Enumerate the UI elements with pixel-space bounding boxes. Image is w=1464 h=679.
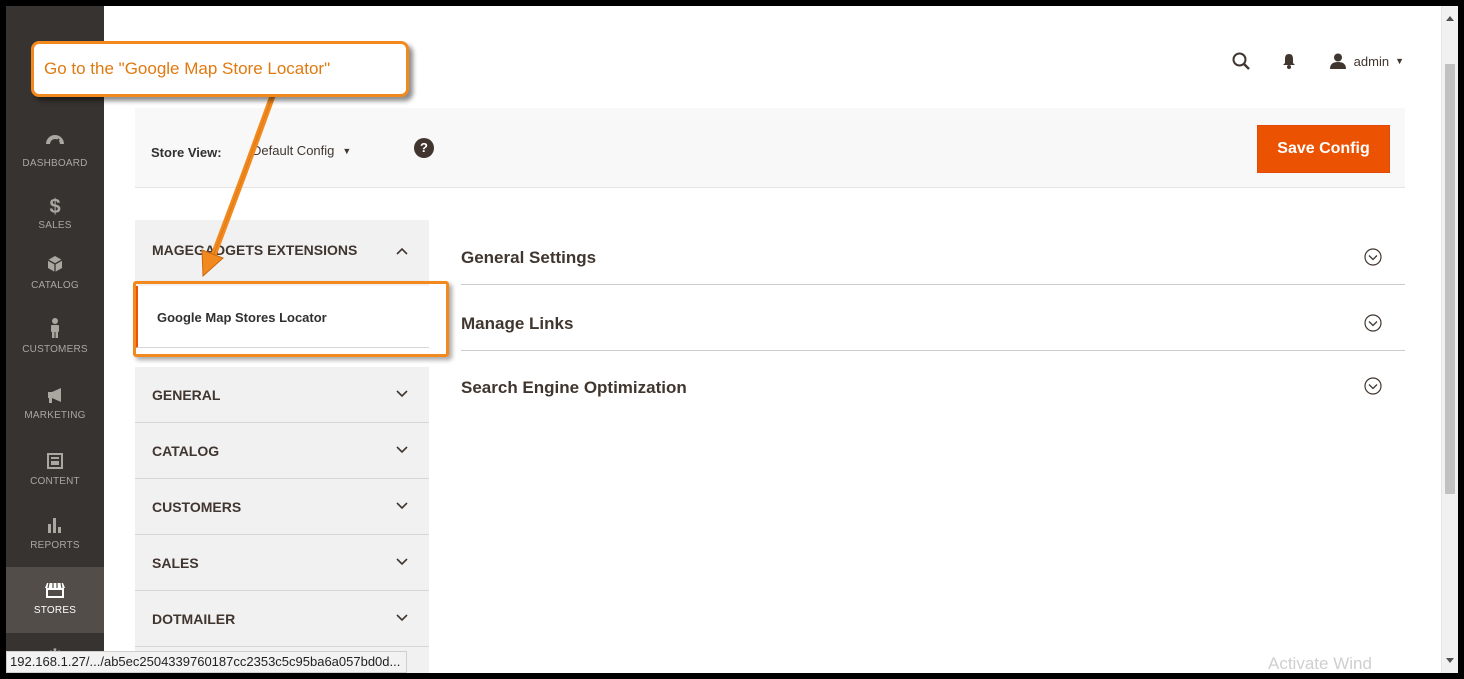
admin-menu: Dashboard $ Sales Catalog Customers Mark…	[6, 6, 104, 673]
menu-item-label: Customers	[22, 344, 88, 355]
tab-group-dotmailer[interactable]: DOTMAILER	[135, 591, 429, 647]
browser-viewport: Dashboard $ Sales Catalog Customers Mark…	[6, 6, 1458, 673]
page-actions-bar: Store View: Default Config ▼ ? Save Conf…	[135, 108, 1405, 188]
chevron-up-icon	[395, 243, 409, 257]
section-search-engine-optimization[interactable]: Search Engine Optimization	[461, 352, 1405, 417]
layout-icon	[6, 450, 104, 476]
box-icon	[6, 254, 104, 280]
user-icon	[1329, 53, 1346, 69]
chevron-down-icon	[395, 441, 409, 455]
annotation-callout-text: Go to the "Google Map Store Locator"	[44, 59, 331, 78]
tab-group-title: SALES	[152, 555, 199, 571]
scroll-down-icon[interactable]	[1446, 658, 1454, 663]
section-manage-links[interactable]: Manage Links	[461, 286, 1405, 351]
menu-item-label: Reports	[30, 540, 80, 551]
dollar-icon: $	[49, 196, 61, 218]
menu-item-label: Content	[30, 476, 80, 487]
admin-username: admin	[1353, 53, 1390, 69]
help-icon[interactable]: ?	[414, 138, 434, 158]
chevron-down-icon	[395, 497, 409, 511]
chevron-down-icon	[395, 385, 409, 399]
store-view-switcher[interactable]: Default Config ▼	[252, 143, 351, 158]
menu-item-label: Dashboard	[22, 158, 88, 169]
tab-group-title: MAGEGADGETS EXTENSIONS	[152, 242, 358, 258]
expand-circle-icon[interactable]	[1363, 376, 1383, 396]
section-title: General Settings	[461, 248, 597, 267]
storefront-icon	[6, 579, 104, 605]
store-view-label: Store View:	[151, 145, 222, 160]
menu-item-catalog[interactable]: Catalog	[6, 242, 104, 308]
person-icon	[6, 318, 104, 344]
menu-item-label: Stores	[33, 605, 77, 616]
annotation-highlight-box	[133, 281, 449, 357]
megaphone-icon	[6, 384, 104, 410]
menu-item-label: Sales	[38, 220, 72, 231]
tab-group-title: CUSTOMERS	[152, 499, 242, 515]
menu-item-customers[interactable]: Customers	[6, 306, 104, 372]
expand-circle-icon[interactable]	[1363, 247, 1383, 267]
chevron-down-icon	[395, 553, 409, 567]
scroll-thumb[interactable]	[1445, 64, 1455, 494]
menu-item-sales[interactable]: $ Sales	[6, 182, 104, 248]
menu-item-stores[interactable]: Stores	[6, 567, 104, 633]
dashboard-icon	[6, 132, 104, 158]
tab-group-magegadgets-extensions[interactable]: MAGEGADGETS EXTENSIONS	[135, 220, 429, 286]
tab-group-title: GENERAL	[152, 387, 221, 403]
store-view-value: Default Config	[252, 143, 335, 158]
header-actions: admin ▼	[1200, 46, 1404, 76]
menu-item-dashboard[interactable]: Dashboard	[6, 120, 104, 186]
menu-item-content[interactable]: Content	[6, 438, 104, 504]
menu-item-marketing[interactable]: Marketing	[6, 372, 104, 438]
tab-group-title: CATALOG	[152, 443, 220, 459]
page-scrollbar[interactable]	[1441, 6, 1458, 673]
search-icon[interactable]	[1232, 52, 1250, 70]
scroll-up-icon[interactable]	[1446, 16, 1454, 21]
menu-item-label: Marketing	[24, 410, 86, 421]
tab-group-sales[interactable]: SALES	[135, 535, 429, 591]
bar-chart-icon	[6, 514, 104, 540]
bell-icon[interactable]	[1282, 53, 1296, 69]
chevron-down-icon: ▼	[342, 145, 352, 156]
save-config-button[interactable]: Save Config	[1257, 125, 1390, 173]
watermark: Activate Wind	[1268, 654, 1372, 673]
tab-group-general[interactable]: GENERAL	[135, 367, 429, 423]
section-general-settings[interactable]: General Settings	[461, 220, 1405, 285]
menu-item-label: Catalog	[31, 280, 79, 291]
section-title: Manage Links	[461, 314, 574, 333]
tab-group-catalog[interactable]: CATALOG	[135, 423, 429, 479]
annotation-callout: Go to the "Google Map Store Locator"	[31, 41, 409, 97]
chevron-down-icon	[395, 609, 409, 623]
menu-item-reports[interactable]: Reports	[6, 502, 104, 568]
admin-user-menu[interactable]: admin ▼	[1329, 53, 1404, 69]
status-bar-url: 192.168.1.27/.../ab5ec2504339760187cc235…	[6, 651, 408, 673]
expand-circle-icon[interactable]	[1363, 313, 1383, 333]
chevron-down-icon: ▼	[1395, 56, 1404, 66]
tab-group-customers[interactable]: CUSTOMERS	[135, 479, 429, 535]
section-title: Search Engine Optimization	[461, 378, 687, 397]
tab-group-title: DOTMAILER	[152, 611, 236, 627]
